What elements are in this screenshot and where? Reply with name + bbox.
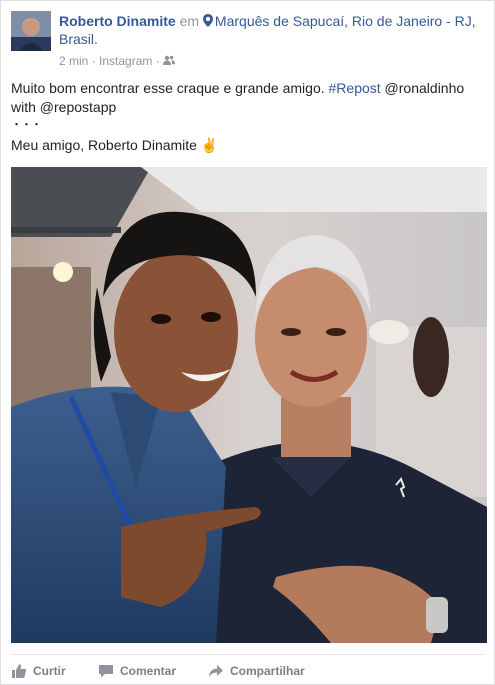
- comment-bubble-icon: [98, 663, 114, 679]
- like-label: Curtir: [33, 664, 66, 678]
- comment-label: Comentar: [120, 664, 177, 678]
- hashtag-link[interactable]: #Repost: [329, 80, 381, 96]
- meta-separator: ·: [91, 53, 96, 68]
- thumbs-up-icon: [11, 663, 27, 679]
- location-connector: em: [179, 13, 200, 29]
- post-body: Muito bom encontrar esse craque e grande…: [11, 79, 480, 155]
- share-label: Compartilhar: [230, 664, 305, 678]
- post-photo[interactable]: [11, 167, 487, 643]
- friends-icon[interactable]: [163, 54, 176, 68]
- post-source[interactable]: Instagram: [99, 54, 152, 68]
- share-arrow-icon: [208, 663, 224, 679]
- post-meta: 2 min · Instagram ·: [59, 52, 176, 69]
- post-header: Roberto Dinamite em Marquês de Sapucaí, …: [11, 11, 484, 68]
- post-text-line2: Meu amigo, Roberto Dinamite ✌️: [11, 137, 219, 153]
- location-pin-icon: [202, 14, 213, 27]
- actions-divider: [11, 654, 484, 655]
- meta-separator-2: ·: [155, 53, 160, 68]
- like-button[interactable]: Curtir: [11, 661, 66, 681]
- author-avatar[interactable]: [11, 11, 51, 51]
- post-text-part: Muito bom encontrar esse craque e grande…: [11, 80, 329, 96]
- share-button[interactable]: Compartilhar: [208, 661, 305, 681]
- author-name[interactable]: Roberto Dinamite: [59, 13, 176, 29]
- post-header-text: Roberto Dinamite em Marquês de Sapucaí, …: [59, 12, 484, 48]
- post-text-line1: Muito bom encontrar esse craque e grande…: [11, 79, 480, 117]
- comment-button[interactable]: Comentar: [98, 661, 176, 681]
- post-text-dots: ・・・: [11, 119, 42, 131]
- post-actions: Curtir Comentar Compartilhar: [11, 661, 484, 681]
- post-timestamp[interactable]: 2 min: [59, 54, 88, 68]
- facebook-post: Roberto Dinamite em Marquês de Sapucaí, …: [0, 0, 495, 685]
